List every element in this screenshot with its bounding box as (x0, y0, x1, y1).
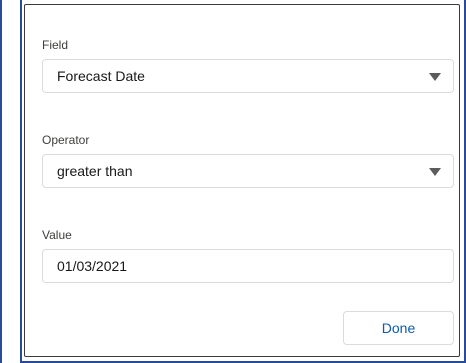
field-select-value: Forecast Date (57, 68, 145, 84)
outer-frame-inner-edge (20, 0, 22, 363)
caret-down-icon (429, 73, 441, 81)
done-button[interactable]: Done (343, 311, 454, 345)
operator-select[interactable]: greater than (42, 154, 454, 188)
value-group: Value (42, 228, 454, 283)
operator-group: Operator greater than (42, 133, 454, 188)
caret-down-icon (429, 168, 441, 176)
field-label: Field (42, 38, 69, 52)
value-input[interactable] (42, 249, 454, 283)
field-select[interactable]: Forecast Date (42, 59, 454, 93)
value-label: Value (42, 228, 72, 242)
field-group: Field Forecast Date (42, 38, 454, 93)
operator-select-value: greater than (57, 163, 133, 179)
operator-label: Operator (42, 133, 90, 147)
outer-frame-left-edge (0, 0, 2, 363)
screen: Field Forecast Date Operator greater tha… (0, 0, 466, 363)
filter-popover: Field Forecast Date Operator greater tha… (24, 4, 460, 357)
